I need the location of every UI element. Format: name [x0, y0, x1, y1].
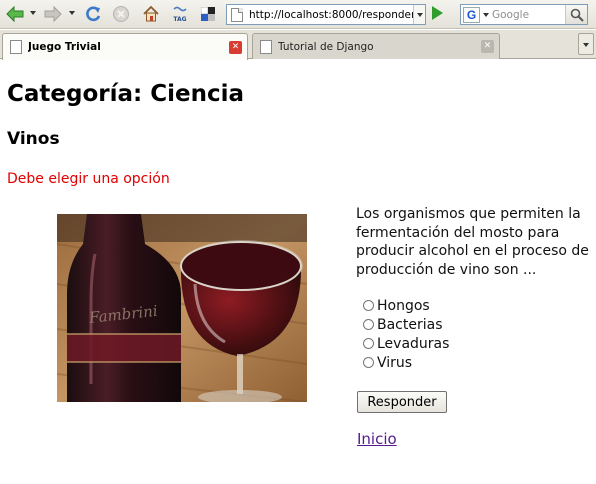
submit-answer-button[interactable]: Responder [357, 391, 447, 413]
forward-icon[interactable] [42, 3, 64, 25]
tag-badge-text: TAG [173, 15, 187, 23]
tab-bar: Juego Trivial ✕ Tutorial de Django ✕ [0, 30, 596, 60]
wine-photo: Fambrini [57, 214, 307, 402]
address-bar[interactable] [226, 4, 426, 25]
category-heading: Categoría: Ciencia [7, 81, 244, 107]
option-virus[interactable]: Virus [363, 353, 449, 372]
reload-icon[interactable] [82, 3, 104, 25]
page-icon [260, 39, 272, 54]
page-content: Categoría: Ciencia Vinos Debe elegir una… [0, 60, 596, 484]
url-history-dropdown[interactable] [413, 5, 425, 24]
search-icon [570, 8, 584, 22]
page-icon [10, 40, 22, 54]
search-engine-dropdown[interactable] [483, 13, 489, 17]
tab-tutorial-django[interactable]: Tutorial de Django ✕ [252, 33, 500, 59]
question-text: Los organismos que permiten la fermentac… [356, 206, 589, 278]
tag-icon[interactable]: TAG [169, 3, 191, 25]
google-icon[interactable]: G [463, 7, 480, 23]
answer-options: Hongos Bacterias Levaduras Virus [363, 296, 449, 372]
question-title: Vinos [7, 129, 60, 149]
search-box[interactable]: G [460, 4, 588, 25]
close-tab-icon[interactable]: ✕ [481, 40, 494, 53]
radio-levaduras[interactable] [363, 338, 374, 349]
radio-hongos[interactable] [363, 300, 374, 311]
option-label: Bacterias [377, 316, 443, 333]
radio-virus[interactable] [363, 357, 374, 368]
home-link[interactable]: Inicio [357, 430, 397, 448]
tab-juego-trivial[interactable]: Juego Trivial ✕ [2, 33, 248, 60]
home-icon[interactable] [140, 3, 162, 25]
option-label: Hongos [377, 297, 430, 314]
delicious-icon[interactable] [198, 3, 218, 25]
error-message: Debe elegir una opción [7, 171, 170, 187]
tab-label: Juego Trivial [28, 41, 101, 53]
option-levaduras[interactable]: Levaduras [363, 334, 449, 353]
tab-label: Tutorial de Django [278, 40, 374, 53]
radio-bacterias[interactable] [363, 319, 374, 330]
close-tab-icon[interactable]: ✕ [229, 40, 242, 54]
search-button[interactable] [565, 5, 587, 24]
back-history-dropdown[interactable] [30, 11, 36, 15]
back-icon[interactable] [4, 3, 26, 25]
navigation-toolbar: TAG G [0, 0, 596, 29]
option-label: Virus [377, 354, 413, 371]
forward-history-dropdown[interactable] [69, 11, 75, 15]
option-bacterias[interactable]: Bacterias [363, 315, 449, 334]
tab-list-dropdown[interactable] [578, 33, 594, 55]
go-icon[interactable] [432, 6, 443, 20]
url-input[interactable] [249, 7, 413, 22]
search-input[interactable] [492, 7, 564, 22]
option-label: Levaduras [377, 335, 450, 352]
page-icon [231, 8, 243, 22]
option-hongos[interactable]: Hongos [363, 296, 449, 315]
stop-icon[interactable] [110, 3, 132, 25]
